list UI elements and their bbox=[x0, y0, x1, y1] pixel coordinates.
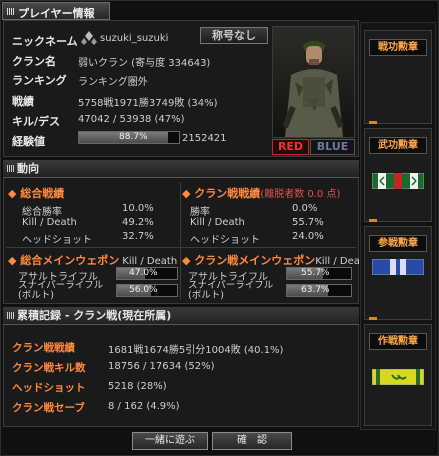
medal-title: 参戦勲章 bbox=[369, 235, 427, 252]
weapon-bar-assault: 55.7% bbox=[286, 267, 352, 280]
clan-weapon-title: ◆ クラン戦メインウェポンKill / Death bbox=[182, 254, 371, 267]
clan-label: クラン名 bbox=[12, 55, 56, 68]
cumulative-row-label: クラン戦セーブ bbox=[12, 402, 85, 414]
clan-row-label: Kill / Death bbox=[190, 217, 245, 228]
trend-divider bbox=[6, 247, 356, 248]
total-row-label: 総合勝率 bbox=[22, 207, 62, 218]
weapon-bar-sniper: 56.0% bbox=[116, 284, 178, 297]
main-weapon-title: ◆ 総合メインウェポン Kill / Death bbox=[8, 254, 178, 267]
medal-operation[interactable]: 作戦勲章 bbox=[364, 324, 432, 426]
kd-label: キル/デス bbox=[12, 115, 61, 128]
ribbon-icon bbox=[371, 172, 425, 190]
record-value: 5758戦1971勝3749敗 (34%) bbox=[78, 98, 218, 109]
clan-stats-section: ◆ クラン戦戦績(離脱者数 0.0 点) 勝率 0.0% Kill / Deat… bbox=[182, 180, 356, 250]
title-tab: プレイヤー情報 bbox=[2, 2, 110, 20]
weapon-label-sniper: スナイパーライフル (ボルト) bbox=[18, 280, 104, 301]
ranking-label: ランキング bbox=[12, 74, 67, 87]
total-stats-title: ◆ 総合戦績 bbox=[8, 187, 65, 200]
vertical-divider bbox=[180, 182, 181, 300]
kd-value: 47042 / 53938 (47%) bbox=[78, 114, 185, 125]
team-red-button[interactable]: RED bbox=[272, 139, 309, 155]
medal-progress bbox=[369, 121, 377, 124]
exp-bar: 88.7% bbox=[78, 131, 180, 144]
total-row-label: Kill / Death bbox=[22, 217, 77, 228]
medal-progress bbox=[369, 317, 377, 320]
main-weapon-unit: Kill / Death bbox=[122, 256, 178, 267]
clan-row-value: 0.0% bbox=[292, 203, 318, 214]
window-title: プレイヤー情報 bbox=[18, 7, 95, 20]
medal-title: 作戦勲章 bbox=[369, 333, 427, 350]
weapon-bar-value: 55.7% bbox=[301, 268, 330, 278]
main-weapon-section: ◆ 総合メインウェポン Kill / Death アサルトライフル 47.0% ス… bbox=[8, 249, 180, 301]
cumulative-header: 累積記録 - クラン戦(現在所属) bbox=[3, 307, 359, 325]
confirm-button[interactable]: 確 認 bbox=[212, 432, 292, 450]
soldier-portrait bbox=[272, 26, 355, 138]
medal-war-merit[interactable]: 戦功勲章 bbox=[364, 30, 432, 124]
cumulative-row-value: 8 / 162 (4.9%) bbox=[108, 401, 180, 412]
total-row-label: ヘッドショット bbox=[22, 235, 92, 246]
medal-title: 戦功勲章 bbox=[369, 39, 427, 56]
clan-stats-title: ◆ クラン戦戦績(離脱者数 0.0 点) bbox=[182, 187, 341, 200]
cumulative-row-value: 5218 (28%) bbox=[108, 381, 167, 392]
nickname-value: suzuki_suzuki bbox=[100, 33, 169, 44]
nickname-label: ニックネーム bbox=[12, 35, 78, 48]
cumulative-row-value: 1681戦1674勝5引分1004敗 (40.1%) bbox=[108, 345, 284, 356]
clan-weapon-section: ◆ クラン戦メインウェポンKill / Death アサルトライフル 55.7%… bbox=[182, 249, 370, 301]
clan-row-value: 24.0% bbox=[292, 231, 324, 242]
cumulative-row-label: クラン戦キル数 bbox=[12, 362, 86, 374]
medal-participation[interactable]: 参戦勲章 bbox=[364, 226, 432, 320]
title-grip-icon bbox=[7, 8, 15, 15]
total-stats-section: ◆ 総合戦績 総合勝率 10.0% Kill / Death 49.2% ヘッド… bbox=[8, 180, 178, 250]
cumulative-row-value: 18756 / 17634 (52%) bbox=[108, 361, 215, 372]
trend-header: 動向 bbox=[3, 160, 359, 178]
exp-percent: 88.7% bbox=[119, 132, 148, 142]
rank-insignia-icon bbox=[80, 30, 98, 46]
total-row-value: 49.2% bbox=[122, 217, 154, 228]
ribbon-icon bbox=[371, 368, 425, 386]
exp-label: 経験値 bbox=[12, 135, 45, 148]
clan-stats-note: (離脱者数 0.0 点) bbox=[260, 189, 341, 200]
exp-value: 2152421 bbox=[182, 133, 227, 144]
play-together-button[interactable]: 一緒に遊ぶ bbox=[132, 432, 208, 450]
ranking-value: ランキング圏外 bbox=[78, 77, 148, 88]
clan-row-label: 勝率 bbox=[190, 207, 210, 218]
nickname-title-button[interactable]: 称号なし bbox=[200, 27, 268, 44]
ribbon-icon bbox=[371, 258, 425, 276]
medal-title: 武功勲章 bbox=[369, 137, 427, 154]
cumulative-row-label: ヘッドショット bbox=[12, 382, 86, 394]
clan-value: 弱いクラン (寄与度 334643) bbox=[78, 58, 211, 69]
weapon-label-sniper: スナイパーライフル (ボルト) bbox=[188, 280, 274, 301]
clan-row-label: ヘッドショット bbox=[190, 235, 260, 246]
medal-military-merit[interactable]: 武功勲章 bbox=[364, 128, 432, 222]
cumulative-row-label: クラン戦戦績 bbox=[12, 342, 75, 354]
clan-row-value: 55.7% bbox=[292, 217, 324, 228]
total-row-value: 10.0% bbox=[122, 203, 154, 214]
total-row-value: 32.7% bbox=[122, 231, 154, 242]
weapon-bar-value: 47.0% bbox=[129, 268, 158, 278]
weapon-bar-value: 56.0% bbox=[129, 285, 158, 295]
team-blue-button[interactable]: BLUE bbox=[310, 139, 355, 155]
weapon-bar-assault: 47.0% bbox=[116, 267, 178, 280]
weapon-bar-sniper: 63.7% bbox=[286, 284, 352, 297]
weapon-bar-value: 63.7% bbox=[301, 285, 330, 295]
medal-progress bbox=[369, 219, 377, 222]
record-label: 戦績 bbox=[12, 95, 34, 108]
